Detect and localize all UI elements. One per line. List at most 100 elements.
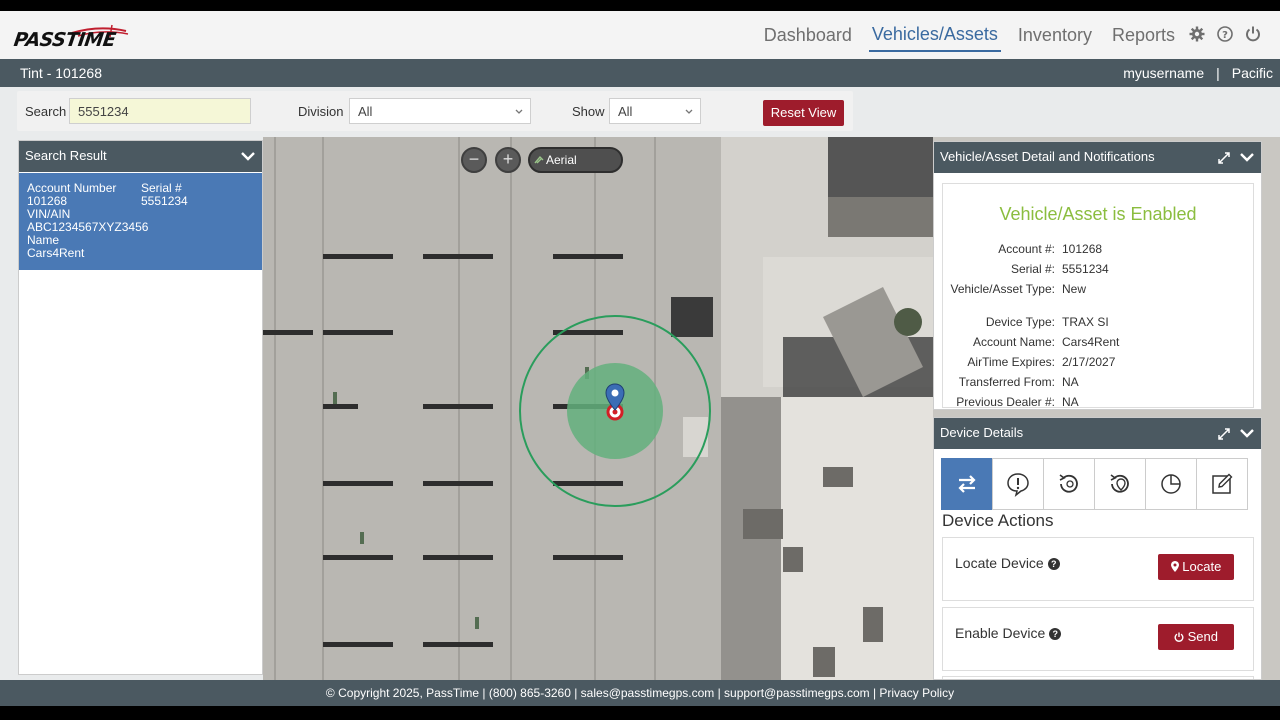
locate-button[interactable]: Locate — [1158, 554, 1234, 580]
field-value: 2/17/2027 — [1062, 355, 1116, 369]
field-label: Previous Dealer #: — [956, 395, 1055, 409]
field-value: TRAX SI — [1062, 315, 1109, 329]
tab-device-actions[interactable] — [941, 458, 993, 510]
search-input[interactable]: 5551234 — [69, 98, 251, 124]
map-marker-icon — [1170, 561, 1179, 572]
username-label[interactable]: myusername — [1123, 65, 1204, 81]
tab-location-history[interactable] — [1094, 458, 1146, 510]
map-layer-toggle[interactable]: Aerial — [528, 147, 623, 173]
nav-vehicles-assets[interactable]: Vehicles/Assets — [868, 23, 1001, 52]
show-label: Show — [572, 104, 605, 119]
zoom-in-button[interactable]: + — [495, 147, 521, 173]
map-canvas[interactable] — [263, 137, 933, 680]
device-details-title: Device Details — [940, 425, 1024, 440]
field-label: Transferred From: — [958, 375, 1055, 389]
field-label: AirTime Expires: — [967, 355, 1055, 369]
history-icon — [1059, 474, 1078, 493]
edit-note-icon — [1212, 473, 1233, 494]
chevron-down-icon — [685, 109, 693, 114]
chevron-down-icon — [515, 109, 523, 114]
nav-reports[interactable]: Reports — [1109, 24, 1178, 51]
enable-device-row: Enable Device? Send — [942, 607, 1254, 671]
context-bar: Tint - 101268 myusername | Pacific — [0, 59, 1280, 87]
footer[interactable]: © Copyright 2025, PassTime | (800) 865-3… — [0, 680, 1280, 706]
send-button[interactable]: Send — [1158, 624, 1234, 650]
gear-icon[interactable] — [1188, 25, 1206, 43]
help-icon[interactable]: ? — [1216, 25, 1234, 43]
field-label: Account Name: — [972, 335, 1055, 349]
detail-panel: Vehicle/Asset Detail and Notifications V… — [933, 141, 1262, 410]
field-value: 101268 — [1062, 242, 1103, 256]
pie-chart-icon — [1161, 474, 1181, 494]
division-value: All — [358, 104, 373, 119]
field-value: Cars4Rent — [1062, 335, 1120, 349]
device-actions-title: Device Actions — [942, 511, 1054, 530]
device-details-header[interactable]: Device Details — [934, 418, 1261, 449]
chevron-down-icon[interactable] — [1239, 425, 1255, 441]
power-icon — [1174, 632, 1184, 642]
nav-inventory[interactable]: Inventory — [1015, 24, 1095, 51]
logo-wordmark: PASSTIME — [12, 29, 118, 51]
svg-text:?: ? — [1222, 30, 1228, 41]
record-title: Tint - 101268 — [20, 65, 102, 81]
locate-button-label: Locate — [1182, 559, 1222, 574]
tab-reports[interactable] — [1145, 458, 1197, 510]
tab-notes[interactable] — [1196, 458, 1248, 510]
help-icon[interactable]: ? — [1049, 628, 1062, 640]
field-label: Serial #: — [1010, 262, 1055, 276]
aerial-layer-icon — [534, 155, 544, 164]
top-letterbox — [0, 0, 1280, 11]
bottom-letterbox — [0, 706, 1280, 720]
tab-alerts[interactable] — [992, 458, 1044, 510]
field-label: Vehicle/Asset Type: — [950, 282, 1055, 296]
locate-device-row: Locate Device? Locate — [942, 537, 1254, 601]
tab-history[interactable] — [1043, 458, 1095, 510]
alert-bubble-icon — [1007, 473, 1029, 497]
search-result-title: Search Result — [25, 148, 107, 163]
show-select[interactable]: All — [609, 98, 701, 124]
filter-bar: Search 5551234 Division All Show All — [17, 91, 853, 131]
serial-value: 5551234 — [141, 194, 188, 208]
expand-icon[interactable] — [1217, 427, 1231, 441]
nav-dashboard[interactable]: Dashboard — [761, 24, 855, 51]
location-pin-icon[interactable] — [605, 383, 625, 413]
search-result-header[interactable]: Search Result — [19, 141, 262, 172]
power-icon[interactable] — [1244, 25, 1262, 43]
expand-icon[interactable] — [1217, 151, 1231, 165]
map-layer-label: Aerial — [546, 153, 577, 167]
field-value: NA — [1062, 395, 1079, 409]
field-label: Account #: — [998, 242, 1055, 256]
location-history-icon — [1110, 474, 1129, 493]
detail-panel-header[interactable]: Vehicle/Asset Detail and Notifications — [934, 142, 1261, 173]
main-nav: Dashboard Vehicles/Assets Inventory Repo… — [747, 11, 1262, 59]
timezone-label[interactable]: Pacific — [1232, 65, 1273, 81]
division-label: Division — [298, 104, 344, 119]
field-value: NA — [1062, 375, 1079, 389]
device-tabs — [941, 458, 1248, 510]
device-details-panel: Device Details Device Actions Locate Dev… — [933, 417, 1262, 680]
locate-device-label: Locate Device — [955, 555, 1044, 571]
search-label: Search — [25, 104, 67, 119]
status-title: Vehicle/Asset is Enabled — [999, 204, 1197, 224]
field-label: Device Type: — [985, 315, 1055, 329]
aerial-imagery — [263, 137, 933, 680]
detail-box: Vehicle/Asset is Enabled Account #: 10126… — [942, 183, 1254, 409]
transfer-arrows-icon — [958, 475, 976, 493]
enable-device-label: Enable Device — [955, 625, 1046, 641]
field-value: 5551234 — [1062, 262, 1109, 276]
reset-view-button[interactable]: Reset View — [763, 100, 844, 126]
search-result-item[interactable]: Account Number 101268 VIN/AIN ABC1234567… — [19, 173, 262, 270]
detail-panel-title: Vehicle/Asset Detail and Notifications — [940, 149, 1155, 164]
send-button-label: Send — [1187, 629, 1218, 644]
division-select[interactable]: All — [349, 98, 531, 124]
zoom-out-button[interactable]: − — [461, 147, 487, 173]
help-icon[interactable]: ? — [1047, 558, 1060, 570]
subbar-separator: | — [1216, 65, 1220, 81]
vin-value: ABC1234567XYZ3456 — [27, 220, 149, 234]
chevron-down-icon[interactable] — [240, 148, 256, 164]
chevron-down-icon[interactable] — [1239, 149, 1255, 165]
search-result-panel: Search Result Account Number 101268 VIN/… — [18, 140, 263, 675]
name-value: Cars4Rent — [27, 246, 85, 260]
passtime-logo[interactable]: PASSTIME — [12, 23, 148, 51]
app-header: PASSTIME Dashboard Vehicles/Assets Inven… — [0, 11, 1280, 59]
